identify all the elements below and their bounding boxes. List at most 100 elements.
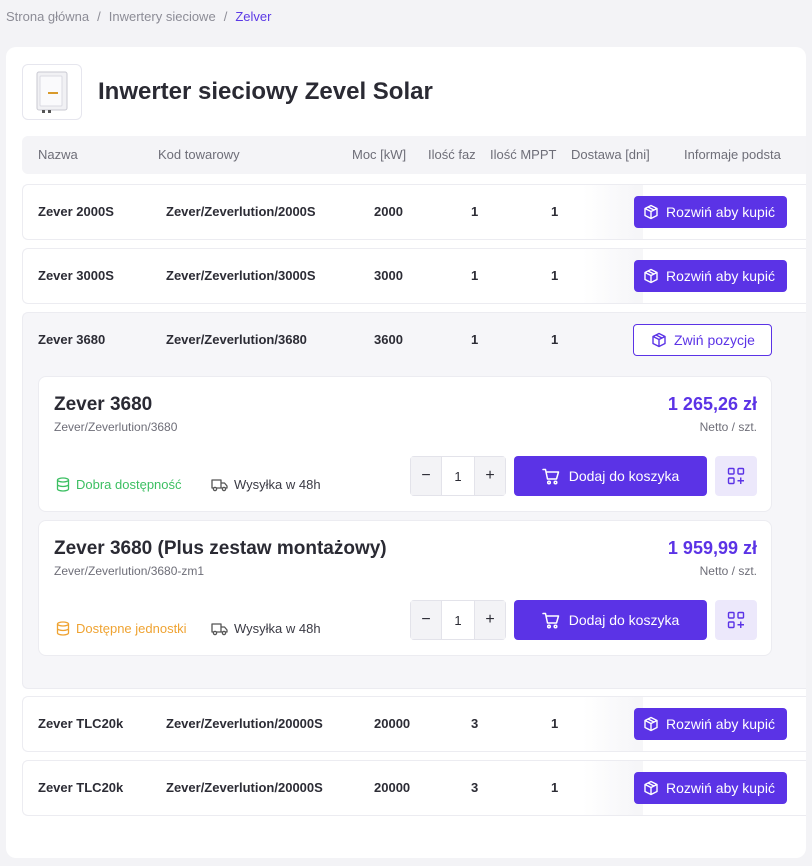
add-to-list-button[interactable]	[715, 456, 757, 496]
add-to-cart-button[interactable]: Dodaj do koszyka	[514, 600, 707, 640]
row-code: Zever/Zeverlution/3000S	[166, 268, 316, 283]
breadcrumb-separator: /	[97, 9, 101, 24]
product-card: Inwerter sieciowy Zevel Solar Nazwa Kod …	[6, 47, 806, 858]
availability-label: Dobra dostępność	[76, 477, 182, 492]
cart-icon	[541, 612, 559, 629]
expanded-row-header: Zever 3680 Zever/Zeverlution/3680 3600 1…	[23, 313, 806, 369]
breadcrumb-category[interactable]: Inwertery sieciowe	[109, 9, 216, 24]
breadcrumb-home[interactable]: Strona główna	[6, 9, 89, 24]
row-phases: 3	[471, 780, 479, 795]
expand-to-buy-label: Rozwiń aby kupić	[666, 268, 775, 284]
variant-card: Zever 3680 (Plus zestaw montażowy) Zever…	[38, 520, 772, 656]
expanded-row: Zever 3680 Zever/Zeverlution/3680 3600 1…	[22, 312, 806, 689]
grid-plus-icon	[727, 611, 745, 629]
row-mppt: 1	[551, 268, 559, 283]
grid-plus-icon	[727, 467, 745, 485]
availability-status: Dostępne jednostki	[56, 621, 187, 636]
row-phases: 1	[471, 204, 479, 219]
cart-icon	[541, 468, 559, 485]
row-power: 3000	[374, 268, 403, 283]
variant-name: Zever 3680	[54, 394, 153, 415]
row-power: 2000	[374, 204, 403, 219]
quantity-increase-button[interactable]: +	[475, 457, 505, 495]
row-name: Zever 2000S	[38, 204, 114, 219]
page-title: Inwerter sieciowy Zevel Solar	[98, 78, 433, 105]
box-icon	[652, 332, 666, 348]
row-code: Zever/Zeverlution/20000S	[166, 716, 323, 731]
box-icon	[644, 780, 658, 796]
table-row: Zever 3000S Zever/Zeverlution/3000S 3000…	[22, 248, 806, 304]
breadcrumb: Strona główna / Inwertery sieciowe / Zel…	[6, 9, 271, 24]
column-header-phases[interactable]: Ilość faz	[428, 147, 476, 162]
expand-to-buy-button[interactable]: Rozwiń aby kupić	[634, 772, 787, 804]
variant-code: Zever/Zeverlution/3680	[54, 420, 178, 434]
row-phases: 1	[471, 332, 479, 347]
column-header-delivery[interactable]: Dostawa [dni]	[571, 147, 650, 162]
row-phases: 1	[471, 268, 479, 283]
quantity-decrease-button[interactable]: −	[411, 457, 441, 495]
row-mppt: 1	[551, 780, 559, 795]
row-mppt: 1	[551, 204, 559, 219]
shipping-info: Wysyłka w 48h	[211, 477, 321, 492]
row-power: 20000	[374, 780, 411, 795]
box-icon	[644, 204, 658, 220]
row-name: Zever 3000S	[38, 268, 114, 283]
expand-to-buy-button[interactable]: Rozwiń aby kupić	[634, 196, 787, 228]
collapse-label: Zwiń pozycje	[674, 332, 755, 348]
quantity-stepper: − 1 +	[410, 600, 506, 640]
table-row: Zever TLC20k Zever/Zeverlution/20000S 20…	[22, 760, 806, 816]
row-phases: 3	[471, 716, 479, 731]
breadcrumb-separator: /	[223, 9, 228, 24]
add-to-list-button[interactable]	[715, 600, 757, 640]
row-code: Zever/Zeverlution/3680	[166, 332, 307, 347]
shipping-label: Wysyłka w 48h	[234, 477, 321, 492]
column-header-power[interactable]: Moc [kW]	[352, 147, 406, 162]
box-icon	[644, 268, 658, 284]
column-header-name[interactable]: Nazwa	[38, 147, 78, 162]
expand-to-buy-label: Rozwiń aby kupić	[666, 780, 775, 796]
row-code: Zever/Zeverlution/2000S	[166, 204, 316, 219]
expand-to-buy-label: Rozwiń aby kupić	[666, 204, 775, 220]
expand-to-buy-button[interactable]: Rozwiń aby kupić	[634, 260, 787, 292]
database-icon	[56, 621, 70, 636]
variant-card: Zever 3680 Zever/Zeverlution/3680 1 265,…	[38, 376, 772, 512]
availability-label: Dostępne jednostki	[76, 621, 187, 636]
variant-price-unit: Netto / szt.	[699, 420, 757, 434]
row-name: Zever 3680	[38, 332, 106, 347]
row-power: 3600	[374, 332, 403, 347]
column-header-code[interactable]: Kod towarowy	[158, 147, 240, 162]
row-mppt: 1	[551, 716, 559, 731]
expand-to-buy-button[interactable]: Rozwiń aby kupić	[634, 708, 787, 740]
quantity-input[interactable]: 1	[441, 601, 475, 639]
variant-price: 1 265,26 zł	[667, 394, 757, 414]
quantity-input[interactable]: 1	[441, 457, 475, 495]
table-row: Zever 2000S Zever/Zeverlution/2000S 2000…	[22, 184, 806, 240]
breadcrumb-current: Zelver	[235, 9, 272, 24]
add-to-cart-label: Dodaj do koszyka	[568, 468, 680, 484]
table-row: Zever TLC20k Zever/Zeverlution/20000S 20…	[22, 696, 806, 752]
database-icon	[56, 477, 70, 492]
product-header: Inwerter sieciowy Zevel Solar	[22, 64, 433, 120]
column-header-mppt[interactable]: Ilość MPPT	[490, 147, 556, 162]
quantity-increase-button[interactable]: +	[475, 601, 505, 639]
variant-price: 1 959,99 zł	[667, 538, 757, 558]
add-to-cart-label: Dodaj do koszyka	[568, 612, 680, 628]
variant-code: Zever/Zeverlution/3680-zm1	[54, 564, 205, 578]
column-header-info[interactable]: Informaje podsta	[684, 147, 781, 162]
truck-icon	[211, 622, 228, 635]
row-code: Zever/Zeverlution/20000S	[166, 780, 323, 795]
collapse-button[interactable]: Zwiń pozycje	[633, 324, 772, 356]
row-name: Zever TLC20k	[38, 716, 124, 731]
expand-to-buy-label: Rozwiń aby kupić	[666, 716, 775, 732]
shipping-info: Wysyłka w 48h	[211, 621, 321, 636]
variant-price-unit: Netto / szt.	[699, 564, 757, 578]
row-name: Zever TLC20k	[38, 780, 124, 795]
row-power: 20000	[374, 716, 411, 731]
quantity-decrease-button[interactable]: −	[411, 601, 441, 639]
truck-icon	[211, 478, 228, 491]
product-thumbnail	[22, 64, 82, 120]
table-header: Nazwa Kod towarowy Moc [kW] Ilość faz Il…	[22, 136, 806, 174]
availability-status: Dobra dostępność	[56, 477, 182, 492]
box-icon	[644, 716, 658, 732]
add-to-cart-button[interactable]: Dodaj do koszyka	[514, 456, 707, 496]
